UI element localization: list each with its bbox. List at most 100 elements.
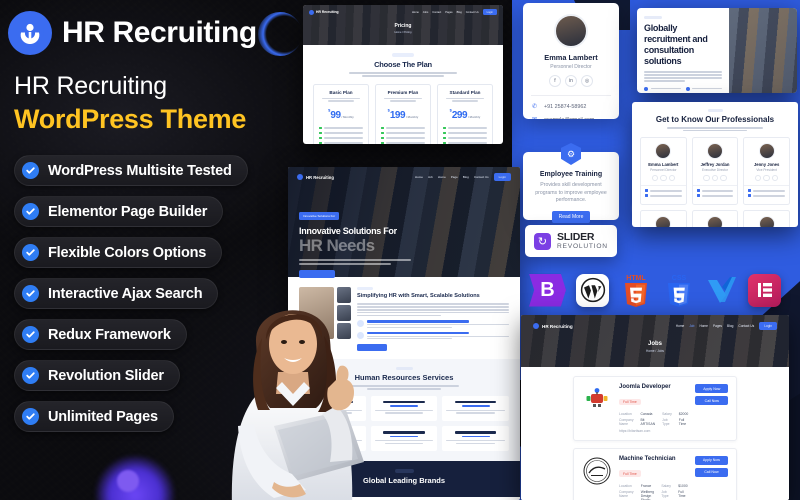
facebook-icon[interactable] xyxy=(651,174,659,182)
professionals-screenshot: Get to Know Our Professionals Emma Lambe… xyxy=(632,102,798,227)
linkedin-icon[interactable] xyxy=(660,174,667,182)
pricing-hero-title-group: Pricing Home / Pricing xyxy=(303,23,503,34)
training-title: Employee Training xyxy=(539,171,603,178)
pricing-menu: Home Jobs Contact Pages Blog Contact Us … xyxy=(412,9,497,15)
instagram-icon[interactable] xyxy=(771,174,779,182)
globally-feature-item xyxy=(644,86,681,91)
menu-item[interactable]: Blog xyxy=(457,11,462,14)
purple-dot-decoration xyxy=(117,470,139,492)
job-meta: Location France Salary $1000 Company Nam… xyxy=(619,484,688,500)
meta-value: France xyxy=(640,483,652,488)
check-circle-icon xyxy=(22,285,39,302)
menu-item[interactable]: Home xyxy=(412,11,419,14)
job-type-badge: Full Time xyxy=(619,398,641,406)
menu-item-active[interactable]: Job xyxy=(689,324,694,328)
pricing-card[interactable]: Standard Plan $299/ Monthly xyxy=(437,83,493,144)
member-role: Personnel Director xyxy=(550,64,592,70)
menu-item[interactable]: Contact Us xyxy=(474,175,489,179)
professional-card[interactable]: Jenny Jones Vice President xyxy=(743,137,790,206)
feature-label: WordPress Multisite Tested xyxy=(48,162,232,179)
menu-item[interactable]: Home xyxy=(699,324,708,328)
service-card[interactable] xyxy=(442,425,509,452)
mail-icon: ✉ xyxy=(532,116,539,119)
login-button[interactable]: Login xyxy=(482,9,497,15)
instagram-icon[interactable] xyxy=(720,174,727,182)
feature-item: WordPress Multisite Tested xyxy=(14,155,248,186)
training-read-more-button[interactable]: Read More xyxy=(551,210,591,223)
menu-item[interactable]: Contact Us xyxy=(466,11,479,14)
woman-photo-cutout xyxy=(231,310,364,500)
job-details: Joomla Developer Full Time Location Cana… xyxy=(619,384,688,433)
login-button[interactable]: Login xyxy=(759,322,777,330)
menu-item[interactable]: Pages xyxy=(445,11,452,14)
pricing-chip xyxy=(392,53,414,57)
phone-row xyxy=(748,189,785,193)
menu-item[interactable]: Contact xyxy=(432,11,441,14)
plan-desc xyxy=(384,97,422,102)
feature-item: Elementor Page Builder xyxy=(14,196,224,227)
pricing-card[interactable]: Premium Plan $199/ Monthly xyxy=(375,83,431,144)
job-listing-row[interactable]: Machine Technician Full Time Location Fr… xyxy=(573,447,737,500)
menu-item[interactable]: Job xyxy=(428,175,433,179)
member-role: Personnel Director xyxy=(650,167,677,172)
pricing-card[interactable]: Basic Plan $99/ Monthly xyxy=(313,83,369,144)
phone-row[interactable]: ✆ +91 25874-58962 xyxy=(532,103,610,111)
instagram-icon[interactable] xyxy=(668,174,676,182)
menu-item[interactable]: Contact Us xyxy=(738,324,754,328)
feature-item: Unlimited Pages xyxy=(14,401,174,432)
member-name: Jeffrey Jordan xyxy=(700,161,730,167)
brands-chip xyxy=(394,469,414,473)
menu-item[interactable]: Home xyxy=(415,175,423,179)
professional-card[interactable]: Emma Lambert Personnel Director xyxy=(640,137,687,206)
login-button[interactable]: Login xyxy=(493,173,511,181)
linkedin-icon[interactable] xyxy=(763,174,770,182)
avatar xyxy=(706,216,723,227)
bootstrap-icon: B xyxy=(529,273,566,307)
svg-text:CSS: CSS xyxy=(671,275,686,282)
menu-item[interactable]: Page xyxy=(451,175,458,179)
professionals-chip xyxy=(707,109,723,113)
instagram-icon[interactable]: ◎ xyxy=(581,75,593,87)
plan-name: Premium Plan xyxy=(387,89,419,95)
email-row[interactable]: ✉ example@gmail.com xyxy=(532,116,610,120)
facebook-icon[interactable]: f xyxy=(549,75,561,87)
member-role: Executive Director xyxy=(702,167,728,172)
professionals-grid: Emma Lambert Personnel Director Jeffrey … xyxy=(640,137,790,227)
menu-item[interactable]: Home xyxy=(676,324,685,328)
menu-item[interactable]: Pages xyxy=(713,324,722,328)
check-circle-icon xyxy=(22,203,39,220)
professional-card[interactable]: Jodan Smith Senior Manager xyxy=(691,210,739,227)
team-member-card-emma: Emma Lambert Personnel Director f in ◎ ✆… xyxy=(523,3,619,119)
mail-icon xyxy=(748,194,752,198)
email-row xyxy=(645,194,682,198)
slider-revolution-icon: ↻ xyxy=(534,232,551,250)
apply-now-button[interactable]: Apply Now xyxy=(695,384,729,394)
linkedin-icon[interactable]: in xyxy=(565,75,577,87)
call-now-button[interactable]: Call Now xyxy=(694,467,728,477)
professional-card[interactable]: Melanie Rolling Coordination Lead xyxy=(640,210,687,227)
job-actions: Apply Now Call Now xyxy=(695,384,729,406)
service-card[interactable] xyxy=(442,395,509,421)
call-now-button[interactable]: Call Now xyxy=(695,396,729,406)
apply-now-button[interactable]: Apply Now xyxy=(694,455,728,465)
menu-item[interactable]: Jobs xyxy=(423,11,428,14)
menu-item[interactable]: Home xyxy=(438,175,446,179)
home-hero-copy: Innovative Solutions For Innovative Solu… xyxy=(299,204,411,278)
menu-item[interactable]: Blog xyxy=(727,324,733,328)
facebook-icon[interactable] xyxy=(754,174,762,182)
linkedin-icon[interactable] xyxy=(711,174,719,182)
facebook-icon[interactable] xyxy=(703,174,710,182)
pricing-hero-title: Pricing xyxy=(394,23,412,29)
plan-amount: 199 xyxy=(389,109,406,121)
phone-icon xyxy=(645,189,648,193)
job-listing-row[interactable]: Joomla Developer Full Time Location Cana… xyxy=(573,376,737,441)
home-navbar: HR Recruiting Home Job Home Page Blog Co… xyxy=(288,172,520,182)
svg-text:HTML: HTML xyxy=(626,275,646,282)
job-website[interactable]: https://bitartisan.com xyxy=(619,429,688,433)
professional-card[interactable]: Jeffrey Jordan Executive Director xyxy=(691,137,739,206)
job-title: Machine Technician xyxy=(619,455,676,462)
professional-card[interactable]: David Watson Managing Director xyxy=(743,210,790,227)
headline-line-2: WordPress Theme xyxy=(14,104,247,134)
menu-item[interactable]: Blog xyxy=(463,175,469,179)
home-hero: HR Recruiting Home Job Home Page Blog Co… xyxy=(288,167,520,278)
